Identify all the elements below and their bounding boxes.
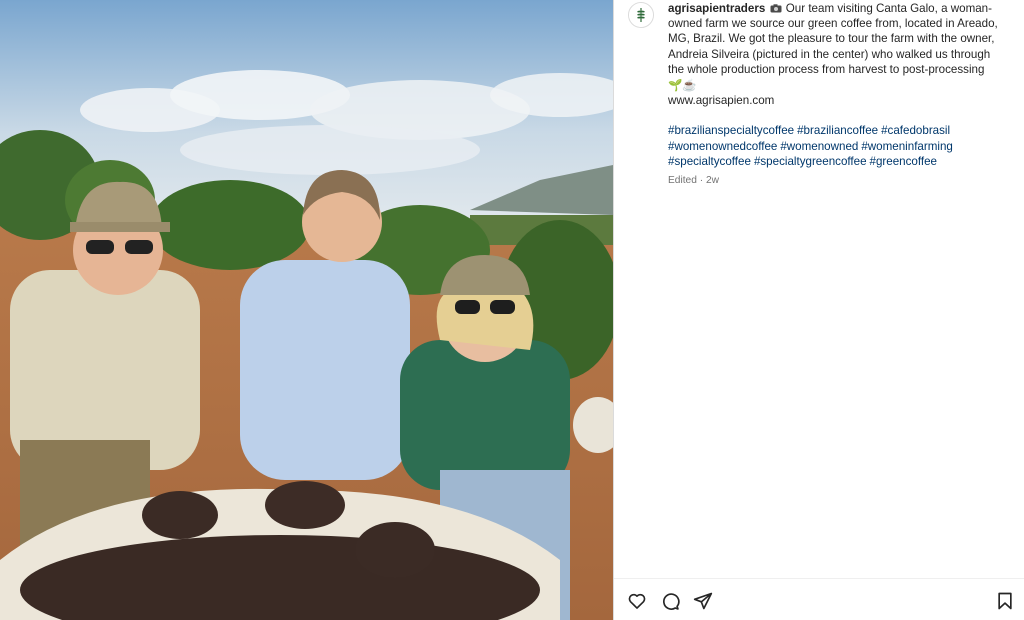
share-button[interactable] [692,590,714,612]
hashtag[interactable]: #braziliancoffee [797,124,878,137]
wheat-logo-icon [629,3,653,27]
hashtag[interactable]: #specialtygreencoffee [754,155,867,168]
camera-icon [770,4,782,13]
post-photo[interactable] [0,0,613,620]
heart-icon [628,593,646,609]
hashtag[interactable]: #womenowned [780,140,858,153]
meta-separator: · [699,175,704,187]
post-meta: Edited · 2w [668,173,1008,188]
actions-divider [614,578,1024,579]
author-avatar[interactable] [628,2,654,28]
post-caption-panel: agrisapientraders Our team visiting Cant… [614,0,1024,620]
caption-text: agrisapientraders Our team visiting Cant… [668,1,1008,188]
save-button[interactable] [994,590,1016,612]
bookmark-icon [998,592,1012,610]
hashtag[interactable]: #womeninfarming [861,140,953,153]
comment-icon [663,593,680,610]
website-link[interactable]: www.agrisapien.com [668,94,774,107]
time-ago[interactable]: 2w [706,175,719,186]
hashtag[interactable]: #greencoffee [870,155,937,168]
hashtag-list: #brazilianspecialtycoffee #braziliancoffe… [668,123,1008,169]
post-photo-illustration [0,0,613,620]
hashtag[interactable]: #specialtycoffee [668,155,751,168]
like-button[interactable] [626,590,648,612]
comment-button[interactable] [659,590,681,612]
seedling-coffee-emoji: 🌱☕ [668,79,697,93]
hashtag[interactable]: #brazilianspecialtycoffee [668,124,794,137]
edited-label: Edited [668,175,697,187]
author-username[interactable]: agrisapientraders [668,2,765,15]
hashtag[interactable]: #womenownedcoffee [668,140,777,153]
share-icon [693,592,713,610]
hashtag[interactable]: #cafedobrasil [881,124,950,137]
